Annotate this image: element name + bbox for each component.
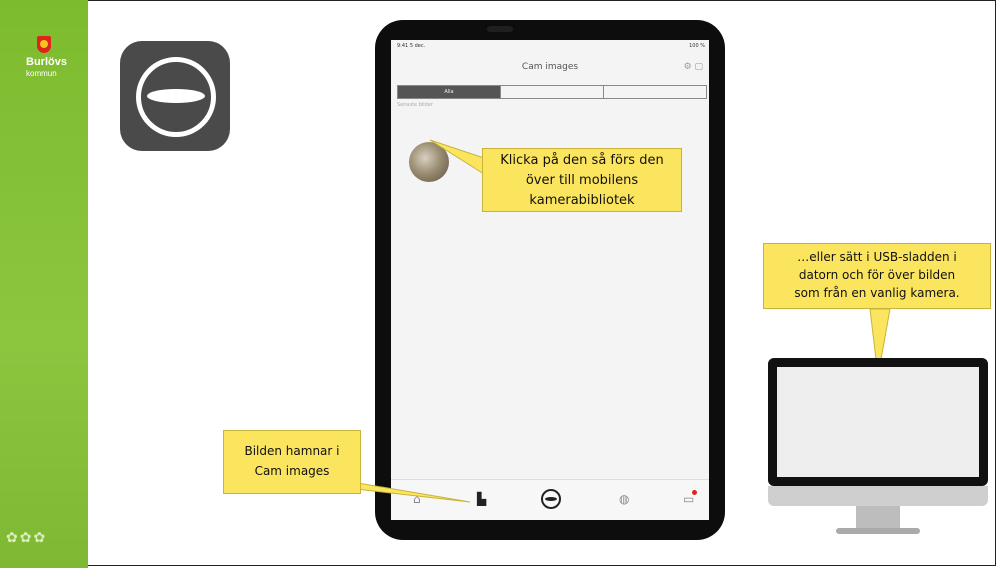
desktop-monitor — [768, 358, 988, 486]
callout-line: kamerabibliotek — [529, 193, 635, 208]
callout-line: över till mobilens — [525, 173, 639, 188]
monitor-stand — [856, 506, 900, 530]
callout-line: Klicka på den så förs den — [500, 153, 664, 168]
callout-usb-cable: …eller sätt i USB-sladden i datorn och f… — [763, 243, 991, 309]
callout-line: datorn och för över bilden — [798, 268, 956, 282]
callout-line: …eller sätt i USB-sladden i — [797, 250, 957, 264]
callout-line: Bilden hamnar i — [244, 444, 340, 458]
callout-image-lands: Bilden hamnar i Cam images — [223, 430, 361, 494]
monitor-display — [777, 367, 979, 477]
tail-thumbnail — [429, 139, 485, 175]
callout-line: Cam images — [254, 464, 330, 478]
monitor-chin — [768, 486, 988, 506]
callout-line: som från en vanlig kamera. — [794, 286, 960, 300]
monitor-foot — [836, 528, 920, 534]
callout-tap-thumbnail: Klicka på den så förs den över till mobi… — [482, 148, 682, 212]
